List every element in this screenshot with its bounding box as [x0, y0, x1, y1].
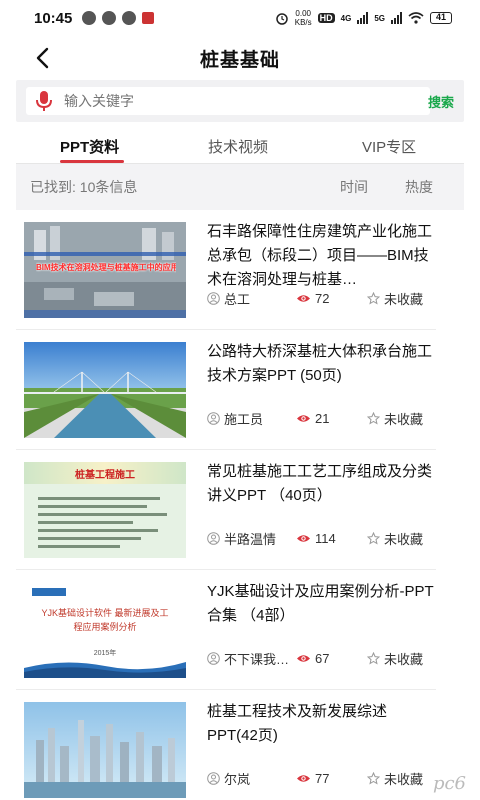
- item-title[interactable]: 桩基工程技术及新发展综述PPT(42页): [207, 700, 435, 748]
- eye-icon: [297, 654, 310, 662]
- favorite-status[interactable]: 未收藏: [384, 649, 423, 668]
- status-time: 10:45: [34, 9, 73, 27]
- signal-5g-label: 5G: [374, 13, 385, 23]
- chat-icon: [122, 11, 137, 25]
- thumbnail-caption: 桩基工程施工: [75, 470, 135, 481]
- list-item[interactable]: 桩基工程技术及新发展综述PPT(42页) 尔岚 77 未收藏: [16, 690, 436, 800]
- author-name: 施工员: [224, 411, 264, 427]
- favorite-star-icon[interactable]: [367, 291, 380, 305]
- signal-4g-icon: [357, 12, 369, 24]
- item-title[interactable]: 常见桩基施工工艺工序组成及分类讲义PPT （40页）: [207, 460, 435, 508]
- thumbnail-image: 桩基工程施工: [24, 462, 186, 558]
- active-tab-indicator: [60, 160, 124, 163]
- alarm-icon: [276, 13, 288, 25]
- hd-badge: HD: [317, 13, 335, 23]
- item-meta: 不下课我… 67 未收藏: [207, 648, 437, 668]
- view-count: 21: [315, 410, 330, 426]
- list-item[interactable]: 公路特大桥深基桩大体积承台施工技术方案PPT (50页) 施工员 21 未收藏: [16, 330, 436, 450]
- net-speed: 0.00 KB/s: [295, 9, 312, 27]
- slide-body-lines: [38, 492, 174, 553]
- sort-by-heat[interactable]: 热度: [405, 177, 433, 197]
- search-box[interactable]: [26, 87, 430, 115]
- tab-bar: PPT资料 技术视频 VIP专区: [16, 128, 464, 164]
- favorite-status[interactable]: 未收藏: [384, 409, 423, 428]
- tab-vip[interactable]: VIP专区: [362, 136, 416, 157]
- favorite-status[interactable]: 未收藏: [384, 769, 423, 788]
- favorite-status[interactable]: 未收藏: [384, 529, 423, 548]
- favorite-star-icon[interactable]: [367, 531, 380, 545]
- app-badge-icon: [142, 12, 155, 24]
- author-name: 半路温情: [224, 531, 277, 547]
- slide-wave-decoration: [24, 662, 186, 678]
- author-name: 不下课我…: [224, 651, 290, 667]
- thumbnail-image: YJK基础设计软件 最新进展及工程应用案例分析 2015年: [24, 582, 186, 678]
- item-meta: 施工员 21 未收藏: [207, 408, 437, 428]
- view-count: 114: [315, 530, 336, 546]
- view-count: 72: [315, 290, 330, 306]
- list-item[interactable]: 桩基工程施工 常见桩基施工工艺工序组成及分类讲义PPT （40页） 半路温情 1…: [16, 450, 436, 570]
- notification-icons: [82, 11, 155, 25]
- favorite-star-icon[interactable]: [367, 411, 380, 425]
- search-area: 搜索: [16, 80, 464, 122]
- author-name: 尔岚: [224, 771, 251, 787]
- thumbnail-image: [24, 702, 186, 798]
- favorite-star-icon[interactable]: [367, 651, 380, 665]
- item-meta: 尔岚 77 未收藏: [207, 768, 437, 788]
- item-meta: 半路温情 114 未收藏: [207, 528, 437, 548]
- microphone-icon[interactable]: [34, 90, 54, 112]
- search-button[interactable]: 搜索: [428, 92, 454, 111]
- list-item[interactable]: BIM技术在溶洞处理与桩基施工中的应用 石丰路保障性住房建筑产业化施工总承包（标…: [16, 210, 436, 330]
- page-title: 桩基基础: [199, 49, 280, 71]
- thumbnail-image: BIM技术在溶洞处理与桩基施工中的应用: [24, 222, 186, 318]
- result-count: 已找到: 10条信息: [30, 179, 138, 195]
- favorite-status[interactable]: 未收藏: [384, 289, 423, 308]
- signal-5g-icon: [391, 12, 402, 24]
- thumbnail-caption: BIM技术在溶洞处理与桩基施工中的应用: [36, 263, 176, 272]
- filter-row: 已找到: 10条信息 时间 热度: [16, 164, 464, 210]
- back-arrow-icon[interactable]: [30, 44, 58, 72]
- tab-video[interactable]: 技术视频: [208, 136, 268, 157]
- slide-logo: [32, 588, 66, 596]
- tab-ppt[interactable]: PPT资料: [60, 136, 119, 157]
- thumbnail-image: [24, 342, 186, 438]
- eye-icon: [297, 534, 310, 542]
- item-title[interactable]: 公路特大桥深基桩大体积承台施工技术方案PPT (50页): [207, 340, 435, 388]
- eye-icon: [297, 294, 310, 302]
- view-count: 77: [315, 770, 330, 786]
- battery-icon: 41: [430, 12, 452, 24]
- view-count: 67: [315, 650, 330, 666]
- user-icon: [207, 771, 220, 785]
- nav-bar: 桩基基础: [0, 36, 480, 80]
- item-meta: 总工 72 未收藏: [207, 288, 437, 308]
- user-icon: [207, 531, 220, 545]
- city-skyline-picture: [24, 702, 186, 798]
- sort-by-time[interactable]: 时间: [340, 177, 368, 197]
- item-title[interactable]: YJK基础设计及应用案例分析-PPT合集 （4部）: [207, 580, 435, 628]
- app-notification-icon: [82, 11, 97, 25]
- favorite-star-icon[interactable]: [367, 771, 380, 785]
- wifi-icon: [408, 12, 424, 24]
- item-title[interactable]: 石丰路保障性住房建筑产业化施工总承包（标段二）项目——BIM技术在溶洞处理与桩基…: [207, 220, 435, 292]
- net-speed-value: 0.00: [295, 9, 311, 18]
- signal-4g-label: 4G: [340, 13, 352, 23]
- status-right: 0.00 KB/s HD 4G 5G 41: [275, 9, 452, 27]
- net-speed-unit: KB/s: [294, 18, 312, 27]
- bridge-picture: [24, 342, 186, 438]
- user-icon: [207, 651, 220, 665]
- eye-icon: [297, 774, 310, 782]
- list-item[interactable]: YJK基础设计软件 最新进展及工程应用案例分析 2015年 YJK基础设计及应用…: [16, 570, 436, 690]
- user-icon: [207, 411, 220, 425]
- wechat-icon: [102, 11, 117, 25]
- site-watermark: pc6: [432, 773, 466, 794]
- eye-icon: [297, 414, 310, 422]
- user-icon: [207, 291, 220, 305]
- status-bar: 10:45 0.00 KB/s HD 4G 5G 41: [0, 0, 480, 36]
- author-name: 总工: [224, 291, 251, 307]
- thumbnail-caption: YJK基础设计软件 最新进展及工程应用案例分析: [41, 608, 169, 632]
- search-input[interactable]: [64, 93, 430, 109]
